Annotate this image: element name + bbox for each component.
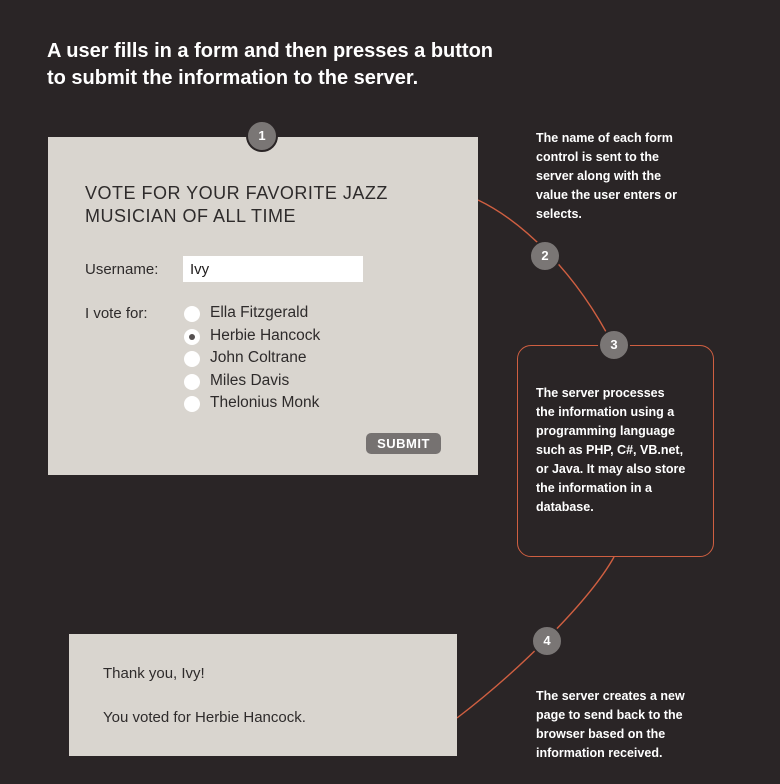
- note-line: browser based on the: [536, 727, 666, 741]
- step-badge-1: 1: [246, 120, 278, 152]
- form-title-line: MUSICIAN OF ALL TIME: [85, 206, 297, 226]
- note-line: The server creates a new: [536, 689, 685, 703]
- radio-button[interactable]: [184, 396, 200, 412]
- step-badge-4: 4: [531, 625, 563, 657]
- radio-option-label: Thelonius Monk: [210, 394, 320, 411]
- step-badge-2: 2: [529, 240, 561, 272]
- result-page-panel: Thank you, Ivy! You voted for Herbie Han…: [69, 634, 457, 756]
- note-line: server along with the: [536, 169, 662, 183]
- form-title: VOTE FOR YOUR FAVORITE JAZZ MUSICIAN OF …: [85, 182, 445, 228]
- note-line: programming language: [536, 424, 675, 438]
- radio-selected-dot: [189, 333, 195, 340]
- vote-form-panel: VOTE FOR YOUR FAVORITE JAZZ MUSICIAN OF …: [48, 137, 478, 475]
- note-step-3: The server processes the information usi…: [536, 384, 685, 517]
- vote-confirmation: You voted for Herbie Hancock.: [103, 709, 306, 726]
- note-line: The name of each form: [536, 131, 673, 145]
- radio-option-label: Herbie Hancock: [210, 326, 321, 344]
- note-line: value the user enters or: [536, 188, 678, 202]
- form-title-line: VOTE FOR YOUR FAVORITE JAZZ: [85, 183, 388, 203]
- username-input[interactable]: [183, 256, 363, 282]
- note-step-4: The server creates a new page to send ba…: [536, 687, 685, 763]
- note-line: information received.: [536, 746, 663, 760]
- radio-button-selected[interactable]: [184, 328, 200, 345]
- username-label: Username:: [85, 261, 159, 278]
- note-line: such as PHP, C#, VB.net,: [536, 443, 684, 457]
- submit-button[interactable]: SUBMIT: [366, 433, 441, 454]
- step-badge-3: 3: [598, 329, 630, 361]
- note-line: database.: [536, 500, 594, 514]
- note-line: or Java. It may also store: [536, 462, 686, 476]
- note-line: control is sent to the: [536, 150, 659, 164]
- radio-option-label: Miles Davis: [210, 371, 290, 389]
- note-line: the information in a: [536, 481, 652, 495]
- note-line: page to send back to the: [536, 708, 683, 722]
- note-line: selects.: [536, 207, 582, 221]
- radio-button[interactable]: [184, 351, 200, 367]
- radio-option-label: John Coltrane: [210, 349, 307, 366]
- note-step-2: The name of each form control is sent to…: [536, 129, 677, 224]
- radio-button[interactable]: [184, 373, 200, 390]
- radio-option-label: Ella Fitzgerald: [210, 304, 309, 321]
- note-line: the information using a: [536, 405, 675, 419]
- thank-you-message: Thank you, Ivy!: [103, 665, 205, 682]
- radio-button[interactable]: [184, 306, 200, 322]
- vote-label: I vote for:: [85, 305, 148, 322]
- note-line: The server processes: [536, 386, 665, 400]
